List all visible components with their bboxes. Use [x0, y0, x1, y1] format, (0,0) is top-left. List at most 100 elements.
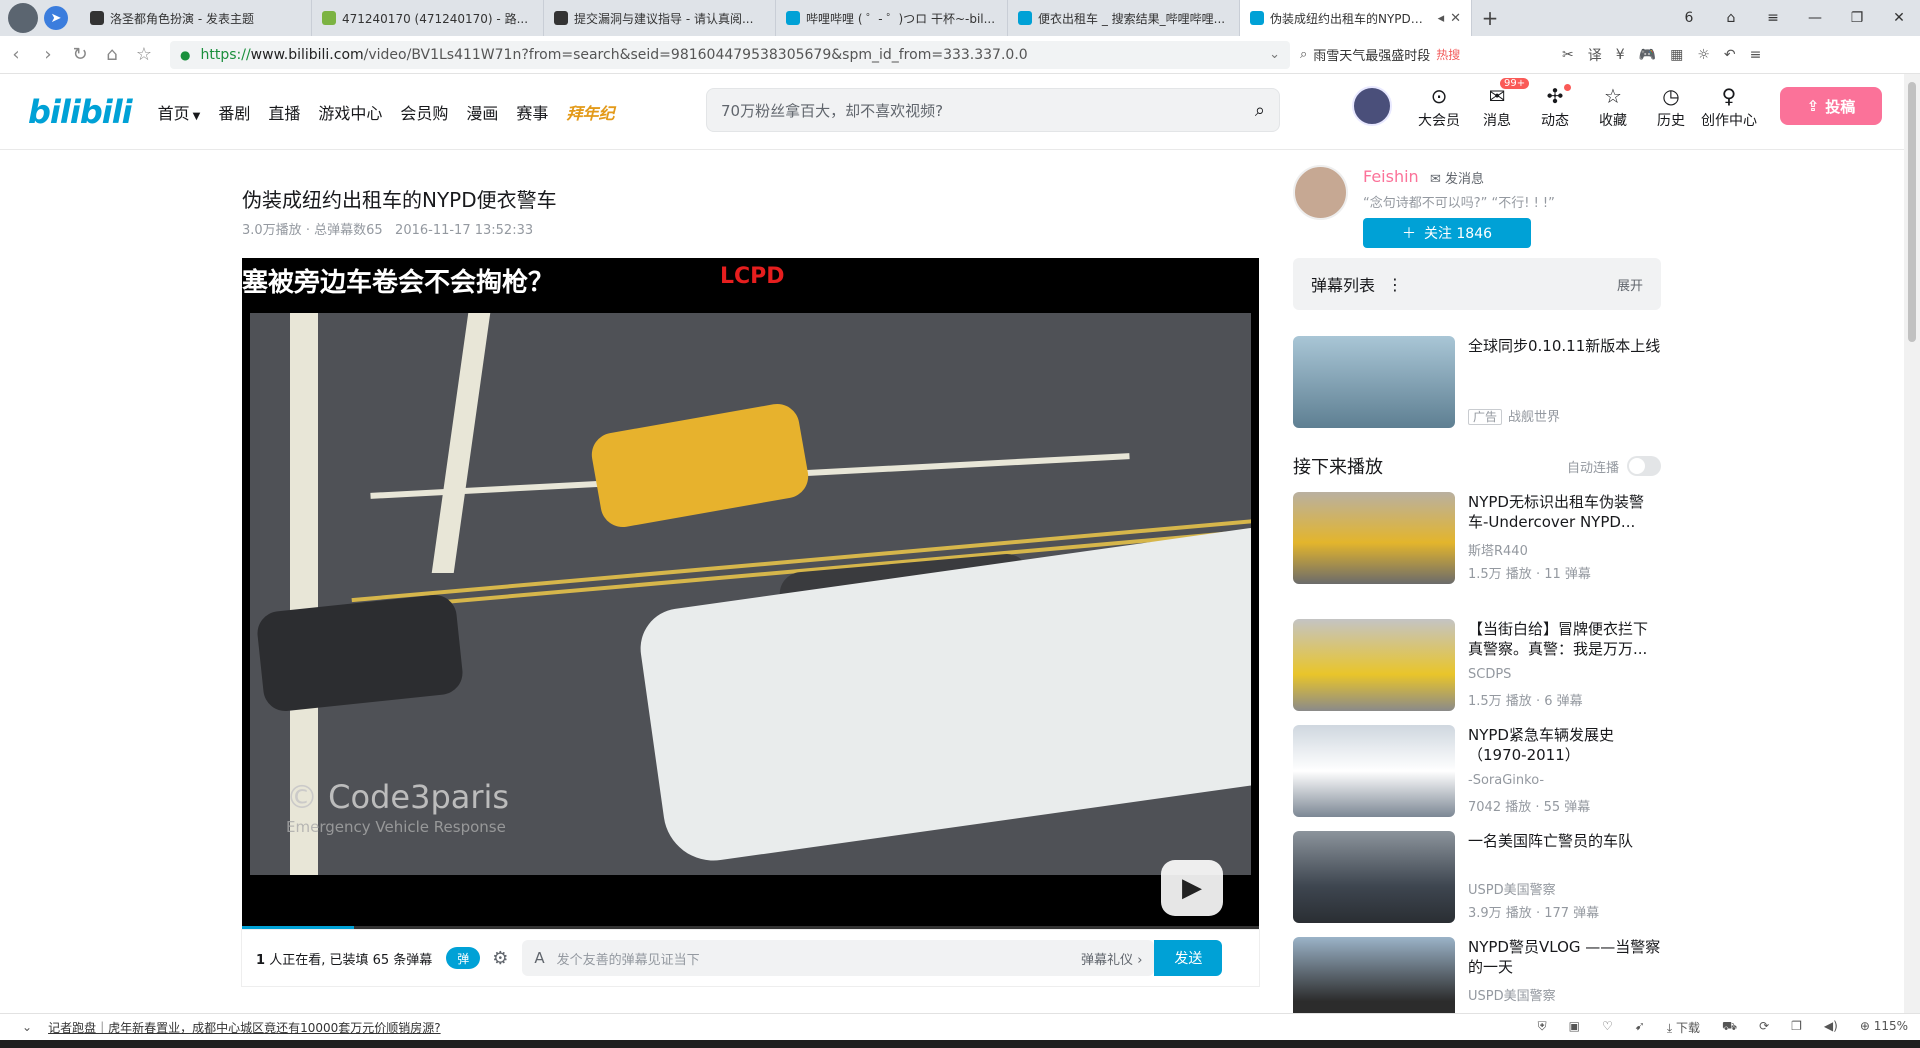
expand-button[interactable]: 展开	[1617, 275, 1643, 294]
ad-title[interactable]: 全球同步0.10.11新版本上线	[1468, 336, 1661, 356]
recommendation-card[interactable]: NYPD警员VLOG ——当警察的一天 USPD美国警察	[1293, 937, 1661, 1013]
ad-card[interactable]: 全球同步0.10.11新版本上线 广告 战舰世界	[1293, 336, 1661, 428]
translate-icon[interactable]: 译	[1588, 45, 1602, 65]
rec-title[interactable]: NYPD紧急车辆发展史（1970-2011）	[1468, 725, 1661, 765]
restore-button[interactable]: ❐	[1836, 10, 1878, 26]
more-options-icon[interactable]: ⋮	[1387, 275, 1403, 294]
back-icon[interactable]: ‹	[0, 44, 32, 65]
speaker-icon[interactable]: ◂	[1438, 11, 1445, 26]
download-button[interactable]: ⤓ 下载	[1667, 1019, 1700, 1036]
text-style-icon[interactable]: A	[534, 949, 544, 967]
uploader-avatar[interactable]	[1293, 165, 1348, 220]
danmaku-input[interactable]: A 发个友善的弹幕见证当下 弹幕礼仪 ›	[522, 940, 1155, 976]
recommendation-card[interactable]: NYPD无标识出租车伪装警车-Undercover NYPD... 斯塔R440…	[1293, 492, 1661, 584]
browser-tab[interactable]: 哔哩哔哩 ( ゜- ゜)つロ 干杯~-bil...	[776, 0, 1008, 36]
header-history[interactable]: ◷ 历史	[1642, 82, 1700, 130]
browser-search-box[interactable]: ⌕ 雨雪天气最强盛时段 热搜	[1300, 41, 1550, 69]
screenshot-icon[interactable]: ▣	[1569, 1019, 1580, 1036]
recommendation-card[interactable]: 【当街白给】冒牌便衣拦下真警察。真警：我是万万... SCDPS 1.5万 播放…	[1293, 619, 1661, 711]
nav-item-manga[interactable]: 漫画	[466, 100, 498, 124]
close-window-button[interactable]: ✕	[1878, 10, 1920, 26]
play-icon[interactable]: ▶	[1161, 860, 1223, 916]
browser-tab-active[interactable]: 伪装成纽约出租车的NYPD便... ◂ ✕	[1240, 0, 1472, 36]
scissors-icon[interactable]: ✂	[1562, 47, 1574, 63]
browser-tab[interactable]: 便衣出租车 _ 搜索结果_哔哩哔哩...	[1008, 0, 1240, 36]
header-favorites[interactable]: ☆ 收藏	[1584, 82, 1642, 130]
recommendation-card[interactable]: NYPD紧急车辆发展史（1970-2011） -SoraGinko- 7042 …	[1293, 725, 1661, 817]
reload-icon[interactable]: ↻	[64, 44, 96, 65]
undo-icon[interactable]: ↶	[1724, 47, 1736, 63]
rec-author[interactable]: USPD美国警察	[1468, 985, 1556, 1004]
address-bar[interactable]: ● https://www.bilibili.com/video/BV1Ls41…	[170, 40, 1290, 69]
search-icon[interactable]: ⌕	[1255, 100, 1265, 121]
page-scrollbar[interactable]	[1904, 74, 1920, 1013]
coupon-icon[interactable]: ¥	[1616, 47, 1625, 63]
speed-icon[interactable]: ➹	[1635, 1019, 1645, 1036]
car-icon[interactable]: ⛟	[1722, 1019, 1737, 1036]
rec-title[interactable]: NYPD警员VLOG ——当警察的一天	[1468, 937, 1661, 977]
upload-button[interactable]: ⇪ 投稿	[1780, 87, 1882, 125]
shirt-icon[interactable]: ⌂	[1710, 10, 1752, 26]
rec-title[interactable]: NYPD无标识出租车伪装警车-Undercover NYPD...	[1468, 492, 1661, 532]
follow-button[interactable]: ＋ 关注 1846	[1363, 218, 1531, 248]
zoom-control[interactable]: ⊕ 115%	[1860, 1019, 1908, 1036]
video-thumbnail[interactable]	[1293, 725, 1455, 817]
bilibili-logo[interactable]: bilibili	[28, 93, 133, 131]
video-thumbnail[interactable]	[1293, 619, 1455, 711]
recommendation-card[interactable]: 一名美国阵亡警员的车队 USPD美国警察 3.9万 播放 · 177 弹幕	[1293, 831, 1661, 923]
minimize-button[interactable]: —	[1794, 10, 1836, 26]
header-dynamic[interactable]: ✣ 动态	[1526, 82, 1584, 130]
uploader-name[interactable]: Feishin	[1363, 167, 1419, 186]
rec-title[interactable]: 一名美国阵亡警员的车队	[1468, 831, 1661, 851]
header-creator[interactable]: ♀ 创作中心	[1700, 82, 1758, 130]
news-ticker-link[interactable]: 记者跑盘｜虎年新春置业，成都中心城区竟还有10000套万元价顺销房源?	[48, 1019, 441, 1036]
nav-item-live[interactable]: 直播	[268, 100, 300, 124]
nav-item-home[interactable]: 首页 ▼	[158, 100, 201, 124]
window-icon[interactable]: ❐	[1791, 1019, 1802, 1036]
nav-item-anime[interactable]: 番剧	[218, 100, 250, 124]
danmaku-settings-icon[interactable]: ⚙	[492, 948, 508, 969]
video-player[interactable]: 塞被旁边车卷会不会掏枪？ LCPD © Code3paris Emergency…	[242, 258, 1259, 930]
heart-icon[interactable]: ♡	[1602, 1019, 1613, 1036]
video-thumbnail[interactable]	[1293, 937, 1455, 1013]
video-thumbnail[interactable]	[1293, 492, 1455, 584]
rec-author[interactable]: -SoraGinko-	[1468, 773, 1544, 788]
game-icon[interactable]: 🎮	[1639, 47, 1656, 63]
forward-icon[interactable]: ›	[32, 44, 64, 65]
nav-item-game-center[interactable]: 游戏中心	[318, 100, 382, 124]
browser-tab[interactable]: 471240170 (471240170) - 路...	[312, 0, 544, 36]
menu-icon[interactable]: ≡	[1750, 47, 1762, 63]
send-message-link[interactable]: ✉ 发消息	[1430, 168, 1484, 187]
navigation-icon[interactable]: ➤	[44, 6, 68, 30]
send-danmaku-button[interactable]: 发送	[1154, 940, 1223, 976]
rec-author[interactable]: 斯塔R440	[1468, 540, 1528, 559]
menu-icon[interactable]: ≡	[1752, 10, 1794, 26]
chevron-down-icon[interactable]: ⌄	[22, 1020, 32, 1034]
rec-author[interactable]: SCDPS	[1468, 667, 1511, 682]
browser-tab[interactable]: 洛圣都角色扮演 - 发表主题	[80, 0, 312, 36]
header-vip[interactable]: ⊙ 大会员	[1410, 82, 1468, 130]
danmaku-etiquette-link[interactable]: 弹幕礼仪 ›	[1081, 949, 1142, 968]
dropdown-chevron-icon[interactable]: ⌄	[1269, 47, 1280, 62]
new-tab-button[interactable]: +	[1472, 6, 1508, 30]
rec-title[interactable]: 【当街白给】冒牌便衣拦下真警察。真警：我是万万...	[1468, 619, 1661, 659]
home-icon[interactable]: ⌂	[96, 44, 128, 65]
profile-avatar[interactable]	[8, 3, 38, 33]
nav-item-esports[interactable]: 赛事	[516, 100, 548, 124]
browser-tab[interactable]: 提交漏洞与建议指导 - 请认真阅...	[544, 0, 776, 36]
header-messages[interactable]: ✉ 99+ 消息	[1468, 78, 1530, 130]
site-search-input[interactable]: 70万粉丝拿百大，却不喜欢视频? ⌕	[706, 88, 1280, 132]
video-thumbnail[interactable]	[1293, 831, 1455, 923]
danmaku-toggle[interactable]: 弹	[446, 947, 481, 969]
user-avatar[interactable]	[1352, 86, 1392, 126]
apps-grid-icon[interactable]: ▦	[1670, 47, 1683, 63]
shield-icon[interactable]: ⛨	[1538, 1019, 1547, 1036]
scrollbar-thumb[interactable]	[1908, 82, 1916, 342]
danmaku-list-panel[interactable]: 弹幕列表 ⋮ 展开	[1293, 258, 1661, 310]
rec-author[interactable]: USPD美国警察	[1468, 879, 1556, 898]
refresh-icon[interactable]: ⟳	[1759, 1019, 1769, 1036]
nav-item-mall[interactable]: 会员购	[400, 100, 448, 124]
autoplay-switch[interactable]	[1627, 456, 1661, 476]
nav-item-new-year[interactable]: 拜年纪	[566, 100, 614, 124]
close-tab-icon[interactable]: ✕	[1450, 11, 1461, 26]
